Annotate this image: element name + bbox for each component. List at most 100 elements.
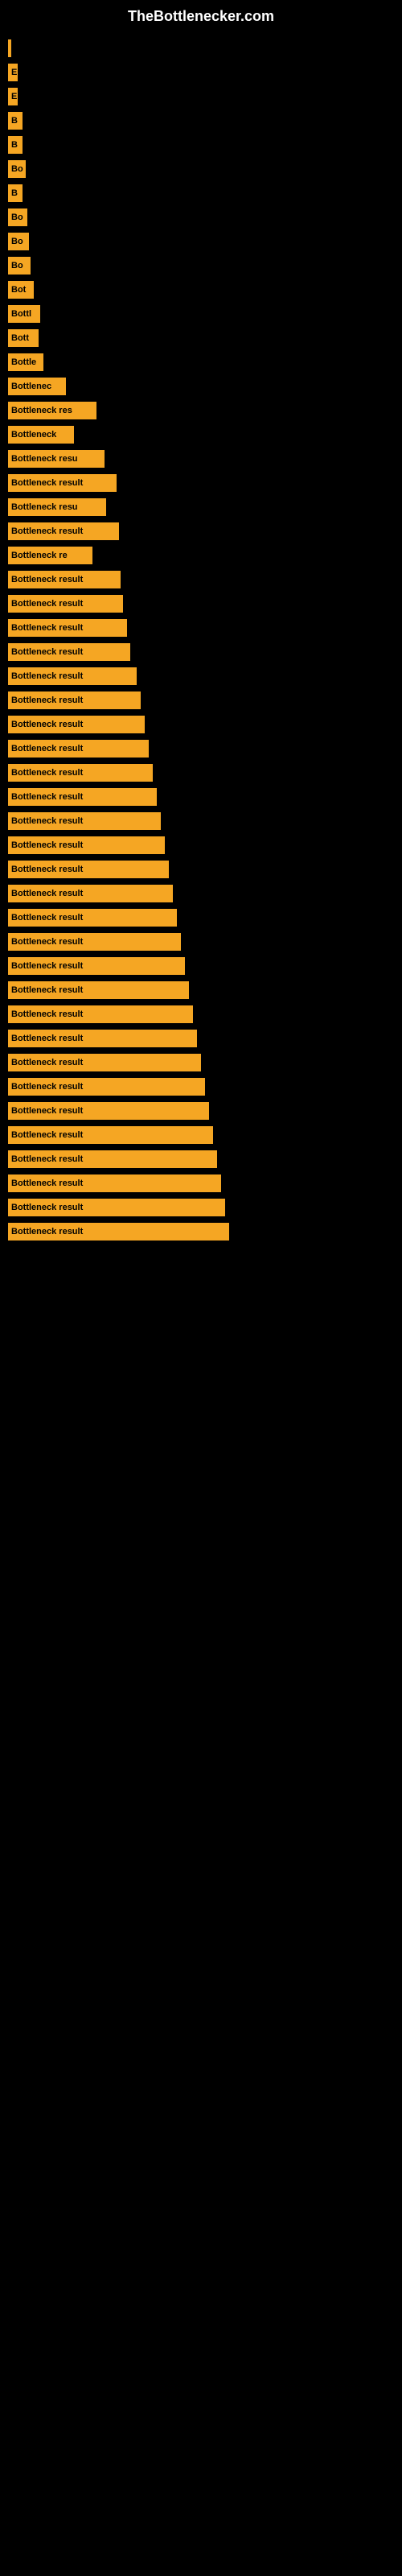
- bar: Bottleneck result: [8, 812, 161, 830]
- bar-row: Bott: [8, 327, 394, 349]
- bar-row: B: [8, 182, 394, 204]
- bar-label: Bo: [11, 261, 23, 270]
- bar: Bottleneck result: [8, 1005, 193, 1023]
- bar-row: Bottleneck result: [8, 1100, 394, 1122]
- bar-row: Bottleneck result: [8, 568, 394, 591]
- bar: Bottle: [8, 353, 43, 371]
- bar-row: Bottleneck result: [8, 1172, 394, 1195]
- bar: Bottleneck result: [8, 1150, 217, 1168]
- bar-label: Bottleneck result: [11, 1203, 83, 1212]
- bar-row: Bottleneck result: [8, 1075, 394, 1098]
- bar: Bottleneck result: [8, 836, 165, 854]
- bar-label: Bottleneck res: [11, 406, 72, 415]
- bar: E: [8, 88, 18, 105]
- bar-row: E: [8, 85, 394, 108]
- bar-row: B: [8, 134, 394, 156]
- bar-label: Bottleneck result: [11, 961, 83, 971]
- bar-label: Bott: [11, 333, 29, 343]
- bar: Bottleneck result: [8, 571, 121, 588]
- bar-label: Bottleneck resu: [11, 502, 78, 512]
- bar: Bottleneck result: [8, 933, 181, 951]
- bar-label: Bottleneck result: [11, 599, 83, 609]
- bar: Bottleneck result: [8, 643, 130, 661]
- bar-row: Bottleneck result: [8, 834, 394, 857]
- bar-row: Bottlenec: [8, 375, 394, 398]
- bar-label: Bottleneck result: [11, 865, 83, 874]
- bar: Bottleneck result: [8, 861, 169, 878]
- bar-label: Bottleneck result: [11, 744, 83, 753]
- bar-row: B: [8, 109, 394, 132]
- bar: Bottleneck result: [8, 1054, 201, 1071]
- bar-label: Bottleneck result: [11, 792, 83, 802]
- bar-label: Bottleneck result: [11, 1154, 83, 1164]
- bar-row: Bot: [8, 279, 394, 301]
- bar-label: Bottleneck re: [11, 551, 68, 560]
- bar: Bottleneck result: [8, 885, 173, 902]
- bar-label: E: [11, 68, 17, 77]
- bar: Bottleneck result: [8, 1078, 205, 1096]
- bar-label: Bottleneck result: [11, 1130, 83, 1140]
- bar-row: Bottleneck result: [8, 689, 394, 712]
- bar: Bot: [8, 281, 34, 299]
- bar: Bottleneck result: [8, 981, 189, 999]
- bar: Bottleneck result: [8, 522, 119, 540]
- bar: Bo: [8, 208, 27, 226]
- bar-row: Bottleneck resu: [8, 496, 394, 518]
- bar-label: Bottleneck result: [11, 1106, 83, 1116]
- bar: Bottleneck result: [8, 474, 117, 492]
- bar-label: Bottleneck resu: [11, 454, 78, 464]
- bar: B: [8, 136, 23, 154]
- bar-label: Bottleneck result: [11, 889, 83, 898]
- bar: Bottlenec: [8, 378, 66, 395]
- bar: Bo: [8, 160, 26, 178]
- bar: Bottleneck result: [8, 1174, 221, 1192]
- bar-label: Bottleneck result: [11, 913, 83, 923]
- bar-row: Bottleneck result: [8, 955, 394, 977]
- bar-label: Bottleneck result: [11, 1034, 83, 1043]
- bar-row: Bottleneck res: [8, 399, 394, 422]
- bar: Bottleneck result: [8, 764, 153, 782]
- bar-label: Bottleneck result: [11, 840, 83, 850]
- bar-row: Bottleneck result: [8, 592, 394, 615]
- bar-label: Bottleneck result: [11, 937, 83, 947]
- bar-label: Bottleneck result: [11, 1009, 83, 1019]
- bar-row: [8, 37, 394, 60]
- bar: Bottleneck result: [8, 1126, 213, 1144]
- bar-label: Bottleneck result: [11, 816, 83, 826]
- bar-label: Bottleneck result: [11, 985, 83, 995]
- bar-row: Bottleneck: [8, 423, 394, 446]
- bar-label: B: [11, 116, 18, 126]
- bar: Bottleneck res: [8, 402, 96, 419]
- bar-label: Bo: [11, 213, 23, 222]
- bar-row: Bottleneck result: [8, 1220, 394, 1243]
- bar-row: Bottleneck result: [8, 931, 394, 953]
- bar: Bottl: [8, 305, 40, 323]
- bar-row: Bottleneck re: [8, 544, 394, 567]
- bar-row: Bottleneck result: [8, 786, 394, 808]
- bar: Bottleneck: [8, 426, 74, 444]
- bar: Bottleneck result: [8, 716, 145, 733]
- bar-label: Bottleneck result: [11, 720, 83, 729]
- bar-row: Bo: [8, 230, 394, 253]
- bar-row: Bottleneck result: [8, 810, 394, 832]
- bar-label: Bottleneck result: [11, 671, 83, 681]
- bar-label: Bottleneck result: [11, 1227, 83, 1236]
- bar-label: Bottleneck result: [11, 478, 83, 488]
- bar-label: Bottleneck result: [11, 526, 83, 536]
- bar-label: Bo: [11, 237, 23, 246]
- bar-row: E: [8, 61, 394, 84]
- bar: B: [8, 112, 23, 130]
- bar: Bottleneck resu: [8, 450, 105, 468]
- bar-label: Bottl: [11, 309, 31, 319]
- bar: B: [8, 184, 23, 202]
- bar-row: Bottleneck result: [8, 641, 394, 663]
- bar-row: Bottleneck result: [8, 1003, 394, 1026]
- bar-row: Bottleneck result: [8, 1051, 394, 1074]
- bar-label: Bottleneck result: [11, 768, 83, 778]
- bar: Bottleneck re: [8, 547, 92, 564]
- bar-row: Bottle: [8, 351, 394, 374]
- bar-row: Bottleneck result: [8, 665, 394, 687]
- bar: [8, 39, 11, 57]
- bar-label: Bottleneck result: [11, 1058, 83, 1067]
- bar-label: Bottle: [11, 357, 36, 367]
